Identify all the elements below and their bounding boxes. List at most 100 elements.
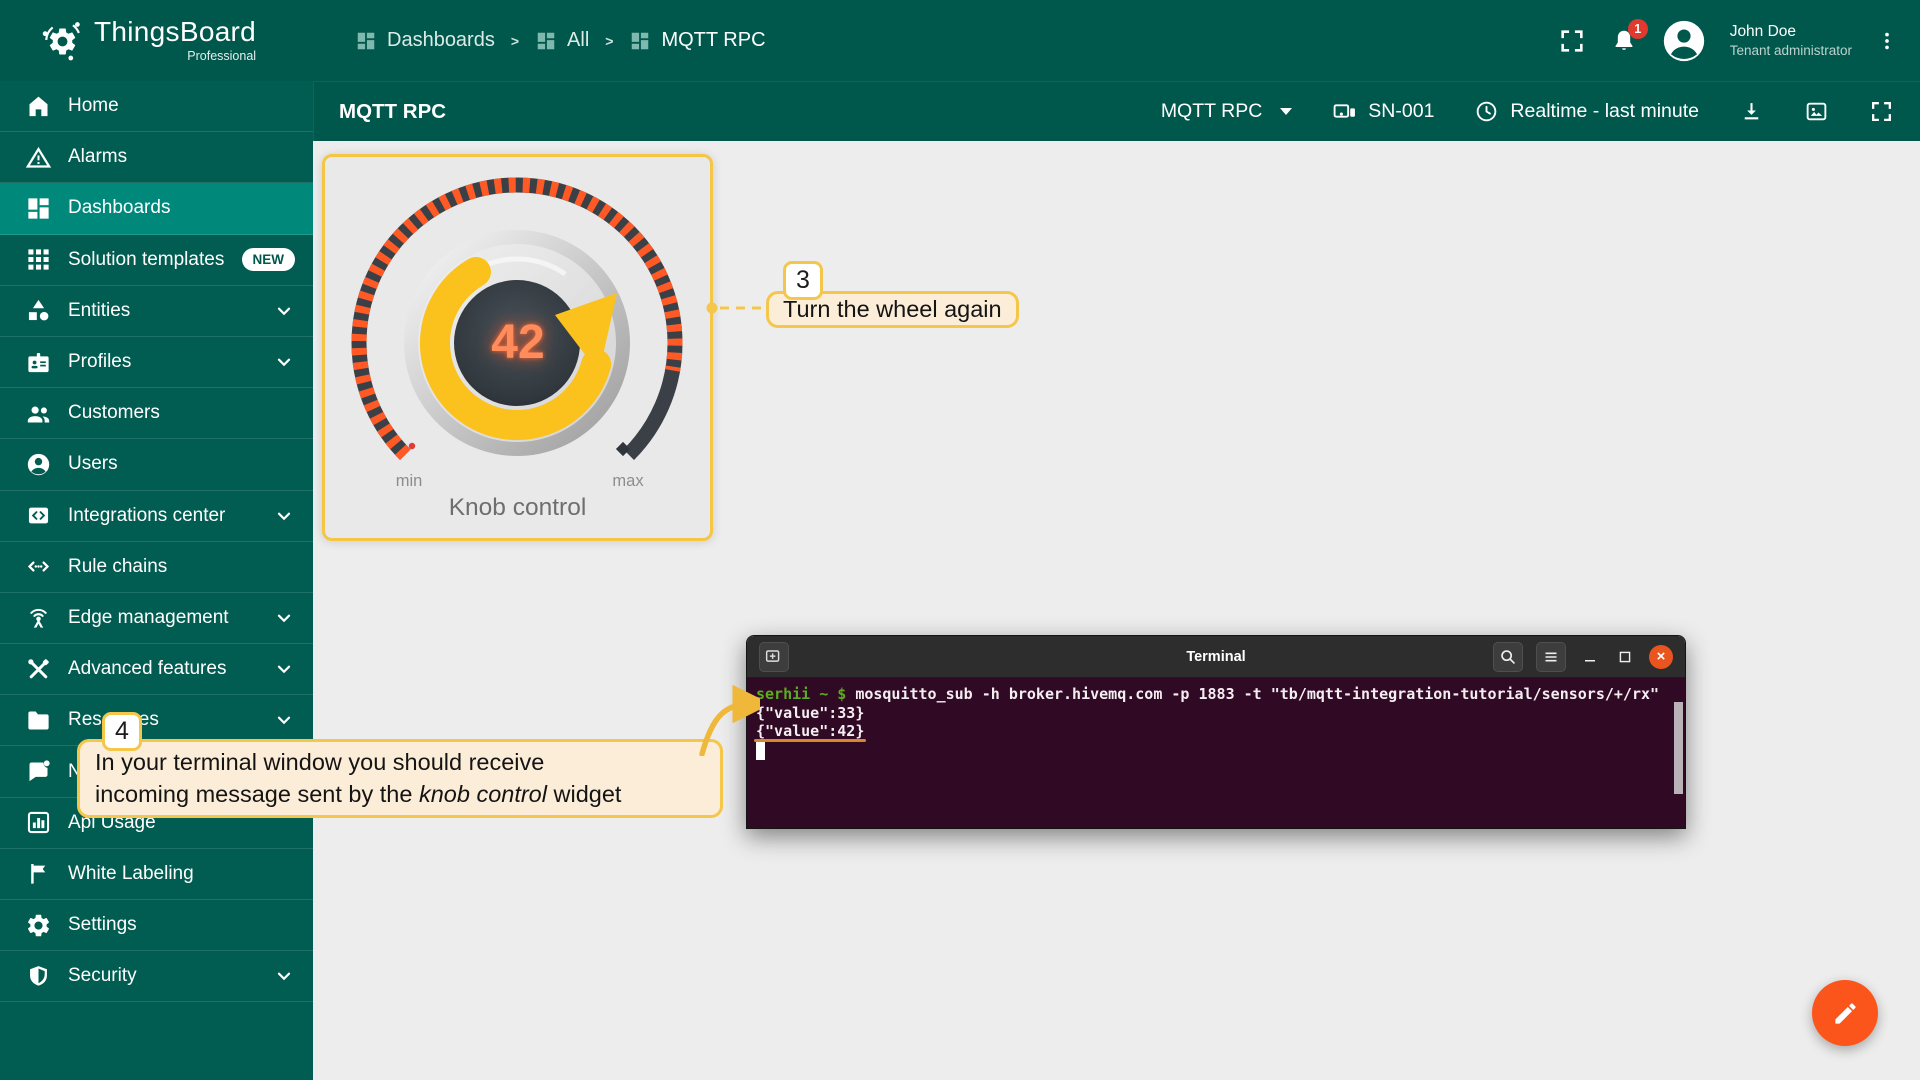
hamburger-menu-icon: [1540, 646, 1562, 668]
edge-management-icon: [25, 604, 52, 631]
home-icon: [25, 93, 52, 120]
breadcrumb-label: MQTT RPC: [661, 29, 765, 52]
screenshot-icon: [1804, 99, 1829, 124]
terminal-window[interactable]: Terminal ×: [746, 635, 1686, 829]
sidebar-item-label: Advanced features: [68, 658, 226, 680]
terminal-output-line: {"value":33}: [756, 704, 1671, 723]
advanced-features-icon: [25, 656, 52, 683]
breadcrumb-separator: >: [511, 33, 519, 49]
sidebar-item-label: Rule chains: [68, 556, 167, 578]
terminal-minimize-button[interactable]: [1579, 646, 1601, 668]
dashboards-icon: [355, 30, 377, 52]
device-entity-chip[interactable]: SN-001: [1332, 99, 1434, 124]
toolbar-actions: MQTT RPC SN-001 Realtime - last minute: [1161, 99, 1920, 124]
sidebar-item-home[interactable]: Home: [0, 81, 313, 132]
sidebar-item-label: Customers: [68, 402, 160, 424]
terminal-new-tab-button[interactable]: [759, 642, 789, 672]
terminal-body: serhii ~ $ mosquitto_sub -h broker.hivemq…: [747, 678, 1685, 828]
edit-pencil-icon: [1832, 1000, 1859, 1027]
users-icon: [25, 451, 52, 478]
step3-connector-line: [703, 299, 775, 317]
sidebar-item-customers[interactable]: Customers: [0, 388, 313, 439]
caret-down-icon: [1280, 108, 1292, 115]
breadcrumb-label: All: [567, 29, 589, 52]
sidebar-item-dashboards[interactable]: Dashboards: [0, 183, 313, 234]
breadcrumb-mqtt-rpc[interactable]: MQTT RPC: [629, 29, 765, 52]
logo-title: ThingsBoard: [94, 18, 256, 46]
notification-icon: [25, 758, 52, 785]
shell-prompt: serhii ~ $: [756, 685, 846, 703]
kebab-menu-icon[interactable]: [1876, 27, 1898, 55]
user-info[interactable]: John Doe Tenant administrator: [1730, 24, 1852, 58]
sidebar-item-white-labeling[interactable]: White Labeling: [0, 849, 313, 900]
maximize-icon: [1615, 647, 1635, 667]
settings-gear-icon: [25, 912, 52, 939]
state-select-label: MQTT RPC: [1161, 100, 1262, 123]
sidebar-item-profiles[interactable]: Profiles: [0, 337, 313, 388]
sidebar-item-label: Alarms: [68, 146, 127, 168]
fullscreen-icon: [1558, 27, 1586, 55]
security-shield-icon: [25, 963, 52, 990]
notifications-button[interactable]: 1: [1610, 27, 1638, 55]
sidebar-item-users[interactable]: Users: [0, 439, 313, 490]
download-icon: [1739, 99, 1764, 124]
sidebar-item-solution-templates[interactable]: Solution templates NEW: [0, 235, 313, 286]
terminal-scrollbar-thumb[interactable]: [1674, 702, 1683, 794]
integrations-icon: [25, 502, 52, 529]
knob-min-label: min: [377, 472, 441, 491]
step4-curved-arrow: [676, 684, 760, 756]
breadcrumb-dashboards[interactable]: Dashboards: [355, 29, 495, 52]
sidebar-item-entities[interactable]: Entities: [0, 286, 313, 337]
minimize-icon: [1580, 647, 1600, 667]
annotation-underline: [754, 739, 866, 742]
user-role: Tenant administrator: [1730, 44, 1852, 58]
gear-bug-logo-icon: [40, 19, 84, 63]
dashboard-toolbar: MQTT RPC MQTT RPC SN-001 Realtime -: [313, 81, 1920, 141]
dashboard-fullscreen-button[interactable]: [1869, 99, 1894, 124]
edit-dashboard-fab[interactable]: [1812, 980, 1878, 1046]
step4-line1: In your terminal window you should recei…: [95, 747, 705, 779]
export-button[interactable]: [1739, 99, 1764, 124]
timewindow-label: Realtime - last minute: [1510, 100, 1699, 123]
breadcrumb: Dashboards > All > MQTT RPC: [355, 29, 766, 52]
sidebar-item-edge-management[interactable]: Edge management: [0, 593, 313, 644]
rule-chains-icon: [25, 553, 52, 580]
terminal-menu-button[interactable]: [1536, 642, 1566, 672]
terminal-prompt-line: serhii ~ $ mosquitto_sub -h broker.hivemq…: [756, 685, 1671, 704]
timewindow-button[interactable]: Realtime - last minute: [1474, 99, 1699, 124]
sidebar-item-label: Dashboards: [68, 197, 170, 219]
sidebar-item-integrations-center[interactable]: Integrations center: [0, 491, 313, 542]
sidebar-item-settings[interactable]: Settings: [0, 900, 313, 951]
user-name: John Doe: [1730, 24, 1852, 40]
sidebar-item-label: Solution templates: [68, 249, 224, 271]
widget-title: Knob control: [325, 494, 710, 522]
dashboard-state-select[interactable]: MQTT RPC: [1161, 100, 1292, 123]
dashboards-icon: [535, 30, 557, 52]
knob-control-widget[interactable]: 42 min max Knob control: [322, 154, 713, 541]
sidebar-item-label: Settings: [68, 914, 137, 936]
avatar[interactable]: [1662, 19, 1706, 63]
fullscreen-button[interactable]: [1558, 27, 1586, 55]
terminal-titlebar[interactable]: Terminal ×: [747, 636, 1685, 678]
terminal-close-button[interactable]: ×: [1649, 645, 1673, 669]
terminal-maximize-button[interactable]: [1614, 646, 1636, 668]
chevron-down-icon: [273, 709, 295, 731]
sidebar-item-rule-chains[interactable]: Rule chains: [0, 542, 313, 593]
shell-command: mosquitto_sub -h broker.hivemq.com -p 18…: [855, 685, 1659, 703]
sidebar-item-advanced-features[interactable]: Advanced features: [0, 644, 313, 695]
thingsboard-logo[interactable]: ThingsBoard Professional: [0, 18, 313, 63]
screenshot-button[interactable]: [1804, 99, 1829, 124]
terminal-search-button[interactable]: [1493, 642, 1523, 672]
breadcrumb-all[interactable]: All: [535, 29, 589, 52]
knob-value: 42: [456, 312, 580, 374]
step4-line2: incoming message sent by the knob contro…: [95, 779, 705, 811]
terminal-output-line: {"value":42}: [756, 722, 1671, 741]
logo-subtitle: Professional: [94, 50, 256, 63]
api-usage-icon: [25, 809, 52, 836]
sidebar-item-security[interactable]: Security: [0, 951, 313, 1002]
sidebar-item-label: White Labeling: [68, 863, 194, 885]
close-x-icon: ×: [1657, 648, 1666, 665]
step4-callout: In your terminal window you should recei…: [77, 739, 723, 818]
new-tab-icon: [763, 646, 785, 668]
sidebar-item-alarms[interactable]: Alarms: [0, 132, 313, 183]
